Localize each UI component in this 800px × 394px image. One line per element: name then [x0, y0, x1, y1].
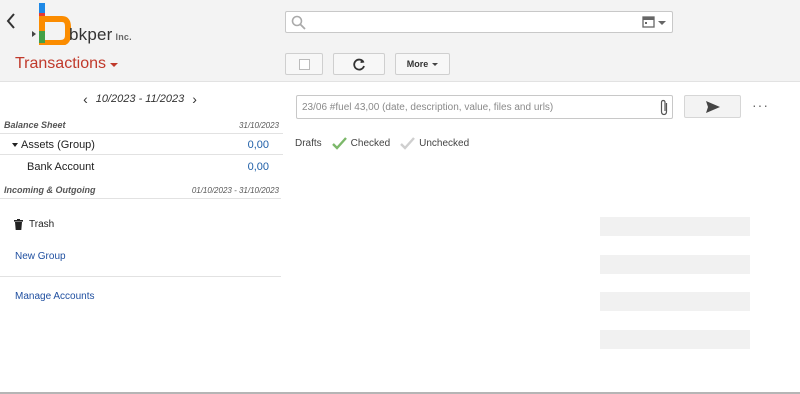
divider — [0, 276, 281, 277]
transactions-panel: ··· Drafts Checked Unchecked — [286, 82, 800, 394]
section-title: Incoming & Outgoing — [4, 185, 96, 195]
loading-placeholder — [600, 330, 750, 349]
period-selector: ‹ 10/2023 - 11/2023 › — [0, 92, 280, 106]
caret-down-icon[interactable] — [12, 143, 18, 147]
transaction-input[interactable] — [302, 100, 652, 115]
trash-link[interactable]: Trash — [14, 219, 54, 230]
more-options-icon[interactable]: ··· — [752, 97, 769, 113]
select-all-checkbox-button[interactable] — [285, 53, 323, 75]
checked-label: Checked — [350, 138, 391, 149]
status-filters: Drafts Checked Unchecked — [295, 137, 469, 150]
back-button[interactable] — [2, 8, 20, 34]
chevron-down-icon — [110, 63, 118, 67]
refresh-icon — [352, 58, 365, 70]
group-label: Assets (Group) — [21, 139, 95, 151]
more-label: More — [406, 59, 429, 69]
manage-accounts-link[interactable]: Manage Accounts — [15, 291, 95, 302]
unchecked-filter[interactable]: Unchecked — [400, 137, 469, 150]
group-row-assets[interactable]: Assets (Group) 0,00 — [0, 133, 283, 155]
transaction-entry-box[interactable] — [296, 95, 673, 119]
brand-name: bkper Inc. — [69, 25, 132, 45]
more-button[interactable]: More — [395, 53, 450, 75]
checked-filter[interactable]: Checked — [331, 137, 391, 150]
search-box[interactable] — [285, 11, 673, 33]
account-row-bank[interactable]: Bank Account 0,00 — [0, 156, 283, 178]
accounts-sidebar: ‹ 10/2023 - 11/2023 › Balance Sheet 31/1… — [0, 82, 286, 394]
drafts-filter[interactable]: Drafts — [295, 138, 322, 149]
search-input[interactable] — [312, 14, 632, 30]
send-icon — [705, 100, 720, 113]
loading-placeholder — [600, 292, 750, 311]
period-label[interactable]: 10/2023 - 11/2023 — [96, 93, 184, 105]
previous-period-icon[interactable]: ‹ — [83, 92, 88, 106]
paperclip-icon[interactable] — [659, 99, 669, 121]
section-date: 01/10/2023 - 31/10/2023 — [191, 186, 279, 195]
checkbox-icon — [298, 58, 310, 70]
checkmark-icon — [400, 137, 416, 150]
page-title: Transactions — [15, 55, 106, 72]
chevron-left-icon — [6, 13, 15, 29]
unchecked-label: Unchecked — [419, 138, 470, 149]
loading-placeholder — [600, 217, 750, 236]
incoming-outgoing-header: Incoming & Outgoing 01/10/2023 - 31/10/2… — [0, 182, 283, 198]
trash-icon — [14, 219, 23, 230]
account-label: Bank Account — [27, 161, 95, 173]
brand-suffix: Inc. — [115, 32, 132, 42]
checkmark-icon — [331, 137, 347, 150]
calendar-icon[interactable] — [642, 15, 655, 33]
new-group-link[interactable]: New Group — [15, 251, 66, 262]
group-balance: 0,00 — [247, 139, 269, 151]
chevron-down-icon — [432, 62, 439, 66]
brand-text: bkper — [69, 25, 113, 44]
balance-sheet-header: Balance Sheet 31/10/2023 — [0, 117, 283, 133]
bkper-logo[interactable]: bkper Inc. — [32, 3, 142, 46]
loading-placeholder — [600, 255, 750, 274]
toolbar: Transactions More — [0, 46, 800, 82]
calendar-dropdown-icon[interactable] — [658, 21, 666, 25]
section-title: Balance Sheet — [4, 120, 66, 130]
section-date: 31/10/2023 — [238, 121, 279, 130]
account-balance: 0,00 — [247, 161, 269, 173]
search-icon — [291, 15, 306, 35]
trash-label: Trash — [29, 219, 55, 230]
send-button[interactable] — [684, 95, 741, 118]
divider — [0, 198, 281, 199]
next-period-icon[interactable]: › — [192, 92, 197, 106]
refresh-button[interactable] — [333, 53, 385, 75]
top-header: bkper Inc. — [0, 0, 800, 46]
transactions-menu[interactable]: Transactions — [15, 55, 118, 73]
bkper-logo-mark — [32, 3, 71, 46]
